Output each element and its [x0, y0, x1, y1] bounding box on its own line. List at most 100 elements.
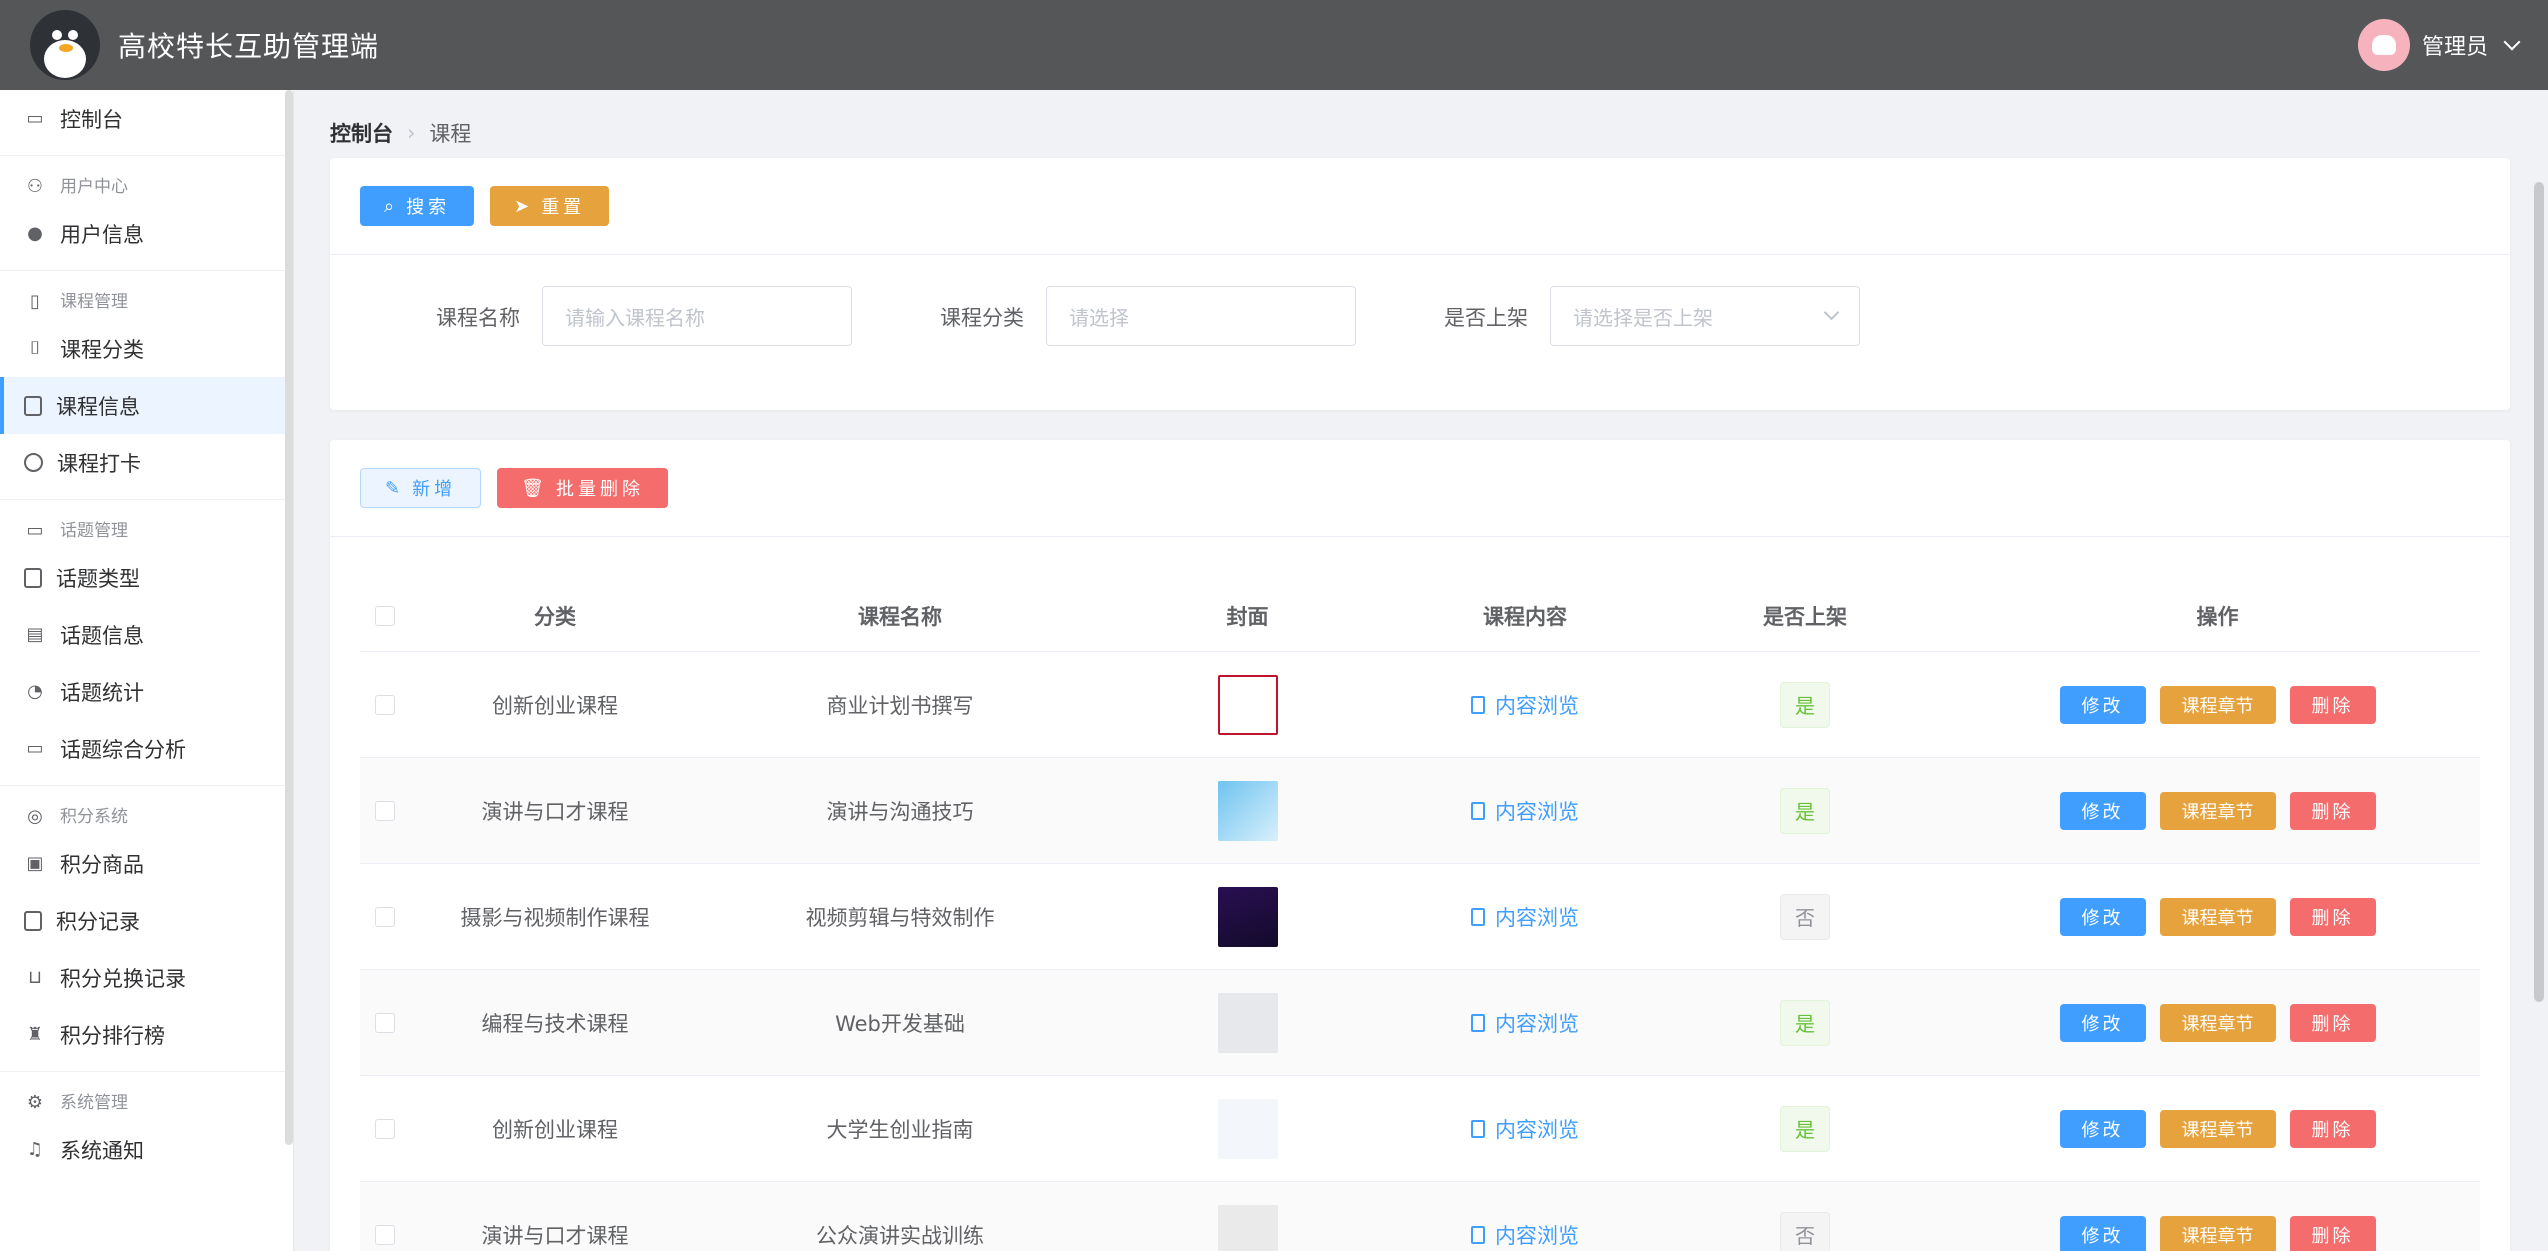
course-name-input[interactable]: 请输入课程名称 — [542, 286, 852, 346]
delete-button[interactable]: 删除 — [2289, 897, 2376, 936]
sidebar-item-topic-stats[interactable]: ◔ 话题统计 — [0, 663, 293, 720]
notebook-icon — [24, 567, 42, 588]
delete-button[interactable]: 删除 — [2289, 791, 2376, 830]
top-header: 高校特长互助管理端 管理员 — [0, 0, 2548, 90]
sidebar-item-points-goods[interactable]: ▣ 积分商品 — [0, 835, 293, 892]
document-icon — [1471, 1013, 1485, 1032]
main-content: 控制台 › 课程 ⌕ 搜索 ➤ 重置 课程名称 请输入课程名称 课程分类 请选择… — [296, 90, 2548, 1251]
status-badge: 是 — [1780, 999, 1830, 1046]
chapter-button[interactable]: 课程章节 — [2159, 1109, 2276, 1148]
cell-category: 演讲与口才课程 — [481, 799, 629, 824]
delete-button[interactable]: 删除 — [2289, 1109, 2376, 1148]
content-preview-link[interactable]: 内容浏览 — [1471, 1220, 1579, 1250]
chapter-button[interactable]: 课程章节 — [2159, 685, 2276, 724]
delete-button[interactable]: 删除 — [2289, 685, 2376, 724]
sidebar-item-topic-analysis[interactable]: ▭ 话题综合分析 — [0, 720, 293, 777]
content-preview-link[interactable]: 内容浏览 — [1471, 1008, 1579, 1038]
row-checkbox[interactable] — [375, 1012, 395, 1033]
edit-button[interactable]: 修改 — [2059, 791, 2146, 830]
sidebar-scrollbar[interactable] — [285, 90, 293, 1145]
on-shelf-select[interactable]: 请选择是否上架 — [1550, 286, 1860, 346]
row-checkbox[interactable] — [375, 906, 395, 927]
status-badge: 是 — [1780, 681, 1830, 728]
edit-button[interactable]: 修改 — [2059, 1215, 2146, 1251]
course-category-label: 课程分类 — [940, 306, 1024, 330]
user-name: 管理员 — [2421, 35, 2488, 60]
course-cover-image[interactable] — [1217, 992, 1278, 1053]
document-icon — [1471, 1225, 1485, 1244]
row-checkbox[interactable] — [375, 1118, 395, 1139]
edit-button[interactable]: 修改 — [2059, 897, 2146, 936]
gear-icon: ⚙ — [26, 1091, 44, 1113]
cell-course-name: 公众演讲实战训练 — [816, 1223, 984, 1248]
user-icon: ● — [27, 223, 43, 244]
chapter-button[interactable]: 课程章节 — [2159, 791, 2276, 830]
sidebar-item-course-category[interactable]: ⌷ 课程分类 — [0, 320, 293, 377]
sidebar-item-course-info[interactable]: 课程信息 — [0, 377, 293, 434]
medal-icon: ◎ — [27, 805, 43, 827]
course-cover-image[interactable] — [1217, 780, 1278, 841]
sidebar: ▭ 控制台 ⚇ 用户中心 ● 用户信息 ▯ 课程管理 ⌷ 课程分类 课程信息 课… — [0, 90, 294, 1251]
page-scrollbar[interactable] — [2534, 182, 2544, 1002]
content-preview-link[interactable]: 内容浏览 — [1471, 1114, 1579, 1144]
sidebar-item-topic-type[interactable]: 话题类型 — [0, 549, 293, 606]
header-content: 课程内容 — [1483, 604, 1567, 629]
search-button[interactable]: ⌕ 搜索 — [360, 186, 475, 226]
document-icon — [1471, 1119, 1485, 1138]
sidebar-item-points-exchange[interactable]: ⊔ 积分兑换记录 — [0, 949, 293, 1006]
chapter-button[interactable]: 课程章节 — [2159, 1003, 2276, 1042]
content-preview-link[interactable]: 内容浏览 — [1471, 690, 1579, 720]
reset-button[interactable]: ➤ 重置 — [490, 186, 610, 226]
content-preview-link[interactable]: 内容浏览 — [1471, 796, 1579, 826]
cell-course-name: 大学生创业指南 — [826, 1117, 974, 1142]
edit-icon: ✎ — [385, 477, 405, 499]
sidebar-item-points-ranking[interactable]: ♜ 积分排行榜 — [0, 1006, 293, 1063]
delete-button[interactable]: 删除 — [2289, 1003, 2376, 1042]
sidebar-item-system-notice[interactable]: ♫ 系统通知 — [0, 1121, 293, 1178]
on-shelf-label: 是否上架 — [1444, 306, 1528, 330]
row-checkbox[interactable] — [375, 694, 395, 715]
search-form: 课程名称 请输入课程名称 课程分类 请选择 是否上架 请选择是否上架 — [330, 286, 2510, 346]
edit-button[interactable]: 修改 — [2059, 1109, 2146, 1148]
edit-button[interactable]: 修改 — [2059, 685, 2146, 724]
row-checkbox[interactable] — [375, 1224, 395, 1245]
notebook-icon — [24, 395, 42, 416]
sidebar-item-points-record[interactable]: 积分记录 — [0, 892, 293, 949]
sidebar-group-user: ⚇ 用户中心 — [0, 155, 293, 205]
chapter-button[interactable]: 课程章节 — [2159, 1215, 2276, 1251]
sidebar-item-topic-info[interactable]: ▤ 话题信息 — [0, 606, 293, 663]
sidebar-group-points: ◎ 积分系统 — [0, 785, 293, 835]
course-cover-image[interactable] — [1217, 1204, 1278, 1251]
presentation-icon: ▭ — [26, 738, 44, 759]
breadcrumb-root[interactable]: 控制台 — [330, 118, 393, 148]
sidebar-item-user-info[interactable]: ● 用户信息 — [0, 205, 293, 262]
document-icon — [1471, 907, 1485, 926]
avatar[interactable] — [2357, 19, 2410, 71]
table-row: 创新创业课程 商业计划书撰写 内容浏览 是 修改 课程章节 删除 — [360, 652, 2480, 758]
batch-delete-button[interactable]: 🗑 批量删除 — [497, 468, 668, 508]
add-button[interactable]: ✎ 新增 — [360, 468, 482, 508]
course-cover-image[interactable] — [1217, 886, 1278, 947]
chapter-button[interactable]: 课程章节 — [2159, 897, 2276, 936]
chevron-down-icon — [1823, 304, 1840, 321]
row-checkbox[interactable] — [375, 800, 395, 821]
sidebar-item-dashboard[interactable]: ▭ 控制台 — [0, 90, 293, 147]
course-cover-image[interactable] — [1217, 1098, 1278, 1159]
delete-button[interactable]: 删除 — [2289, 1215, 2376, 1251]
edit-button[interactable]: 修改 — [2059, 1003, 2146, 1042]
document-icon — [1471, 695, 1485, 714]
table-row: 演讲与口才课程 演讲与沟通技巧 内容浏览 是 修改 课程章节 删除 — [360, 758, 2480, 864]
course-category-select[interactable]: 请选择 — [1046, 286, 1356, 346]
table-header: 分类 课程名称 封面 课程内容 是否上架 操作 — [360, 580, 2480, 652]
course-cover-image[interactable] — [1217, 674, 1278, 735]
chevron-right-icon: › — [407, 121, 416, 145]
document-icon — [1471, 801, 1485, 820]
cart-icon: ⊔ — [27, 967, 43, 988]
status-badge: 是 — [1780, 1105, 1830, 1152]
user-menu[interactable]: 管理员 — [2357, 19, 2521, 71]
select-all-checkbox[interactable] — [375, 605, 395, 626]
content-preview-link[interactable]: 内容浏览 — [1471, 902, 1579, 932]
trophy-icon: ♜ — [26, 1024, 44, 1045]
sidebar-item-course-checkin[interactable]: 课程打卡 — [0, 434, 293, 491]
header-category: 分类 — [534, 604, 576, 629]
